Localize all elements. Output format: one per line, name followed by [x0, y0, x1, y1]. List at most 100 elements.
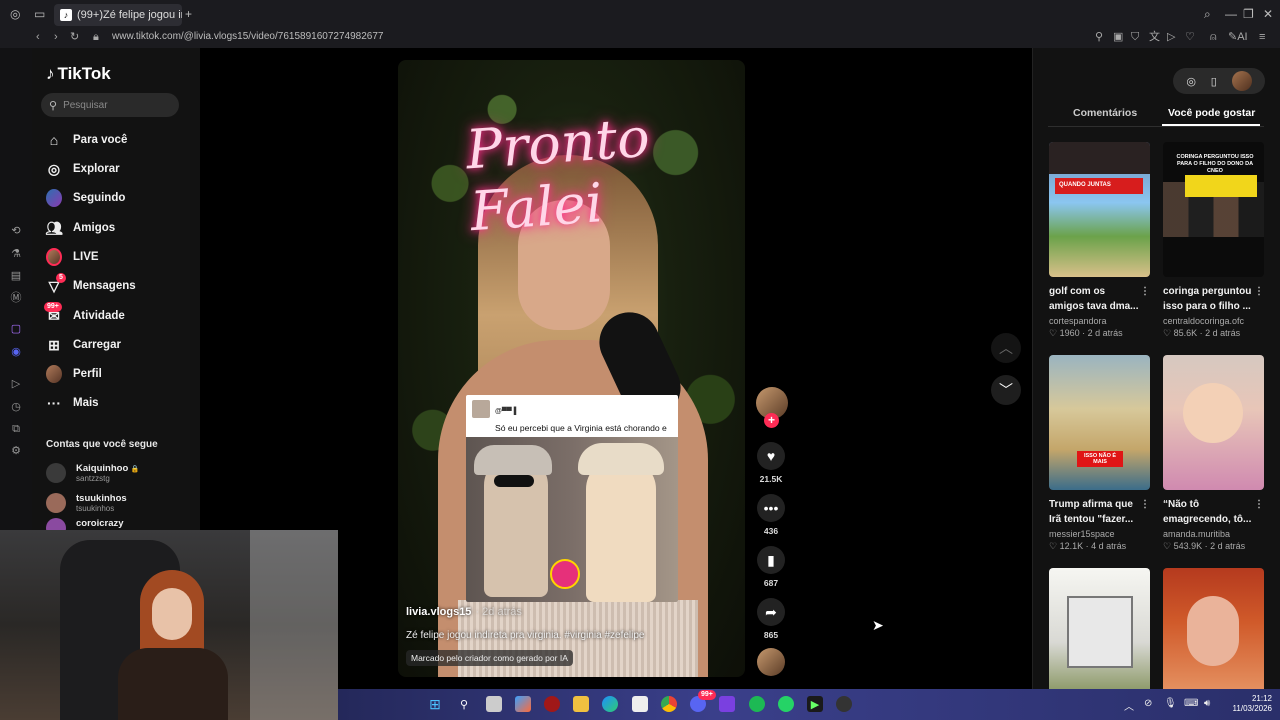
heart-icon[interactable]: ♥ [757, 442, 785, 470]
card-author[interactable]: amanda.muritiba [1163, 529, 1264, 539]
nav-item-seguindo[interactable]: Seguindo [46, 188, 125, 208]
video-thumbnail[interactable] [1163, 568, 1264, 689]
widgets-icon[interactable] [515, 696, 531, 712]
nav-item-mensagens[interactable]: ▽ 5 Mensagens [46, 273, 136, 296]
next-video-button[interactable]: ﹀ [991, 375, 1021, 405]
more-options-icon[interactable]: ⋮ [1140, 284, 1150, 299]
snapshot-icon[interactable]: ▣ [1113, 32, 1123, 43]
nav-item-explorar[interactable]: ◎ Explorar [46, 159, 120, 179]
user-avatar[interactable] [1231, 71, 1252, 91]
settings-gear-icon[interactable]: ⚙ [10, 445, 22, 457]
system-clock[interactable]: 21:12 11/03/2026 [1233, 694, 1272, 714]
comment-icon[interactable]: ••• [757, 494, 785, 522]
explore-compass-icon[interactable]: ◎ [1186, 75, 1196, 88]
tab-voce-pode-gostar[interactable]: Você pode gostar [1168, 107, 1255, 119]
video-author[interactable]: livia.vlogs15 · 2d atrás [406, 606, 522, 618]
obs-icon[interactable] [836, 696, 852, 712]
clock-icon[interactable]: ◷ [10, 401, 22, 413]
search-icon[interactable]: ⚲ [456, 696, 472, 712]
back-icon[interactable]: ‹ [36, 32, 40, 43]
spotify-icon[interactable] [749, 696, 765, 712]
comment-action[interactable]: ••• 436 [757, 494, 785, 536]
close-icon[interactable]: ✕ [1263, 8, 1273, 20]
discord-icon[interactable]: 99+ [690, 690, 716, 712]
share-icon[interactable]: ➦ [757, 598, 785, 626]
suggested-video-card[interactable]: “Não tô ⋮ emagrecendo, tô... amanda.muriti… [1163, 355, 1264, 552]
discord-icon[interactable]: ◉ [10, 346, 22, 358]
tray-app-icon[interactable]: ⊘ [1144, 698, 1152, 709]
pin-icon[interactable]: ⚲ [1095, 32, 1103, 43]
nav-item-mais[interactable]: ··· Mais [46, 393, 99, 413]
minimize-icon[interactable]: — [1225, 8, 1237, 20]
play-icon[interactable]: ▷ [1167, 32, 1175, 43]
twitch-icon[interactable]: ▢ [10, 323, 22, 335]
task-view-icon[interactable] [486, 696, 502, 712]
bookmark-icon[interactable]: ▮ [757, 546, 785, 574]
nav-item-para-voce[interactable]: ⌂ Para você [46, 130, 128, 150]
following-account[interactable]: tsuukinhos tsuukinhos [46, 491, 127, 515]
search-input[interactable]: ⚲ Pesquisar [41, 93, 179, 117]
mobile-device-icon[interactable]: ▯ [1211, 75, 1217, 88]
player-icon[interactable]: ▷ [10, 378, 22, 390]
shield-icon[interactable]: ⛉ [1131, 32, 1139, 43]
terminal-icon[interactable]: ▶ [807, 696, 823, 712]
app-red-icon[interactable] [544, 696, 560, 712]
card-author[interactable]: cortespandora [1049, 316, 1150, 326]
suggested-video-card[interactable] [1163, 568, 1264, 689]
following-account[interactable]: Kaiquinhoo 🔒 santzzstg [46, 461, 140, 485]
opera-logo-icon[interactable]: ◎ [10, 8, 20, 20]
maximize-icon[interactable]: ❐ [1243, 8, 1254, 20]
card-author[interactable]: centraldocoringa.ofc [1163, 316, 1264, 326]
notes-icon[interactable]: ▤ [10, 270, 22, 282]
tab-comentarios[interactable]: Comentários [1073, 107, 1137, 119]
video-thumbnail[interactable] [1049, 568, 1150, 689]
nav-item-live[interactable]: LIVE [46, 247, 99, 267]
music-disc-icon[interactable] [757, 648, 785, 676]
url-field[interactable]: www.tiktok.com/@livia.vlogs15/video/7615… [112, 31, 383, 42]
store-icon[interactable] [632, 696, 648, 712]
like-action[interactable]: ♥ 21.5K [757, 442, 785, 484]
more-options-icon[interactable]: ⋮ [1140, 497, 1150, 512]
video-thumbnail[interactable]: ISSO NÃO É MAIS [1049, 355, 1150, 490]
previous-video-button[interactable]: ︿ [991, 333, 1021, 363]
card-author[interactable]: messier15space [1049, 529, 1150, 539]
more-options-icon[interactable]: ⋮ [1254, 497, 1264, 512]
follow-plus-button[interactable]: + [764, 413, 779, 428]
menu-icon[interactable]: ≡ [1259, 32, 1265, 43]
whatsapp-icon[interactable] [778, 696, 794, 712]
save-action[interactable]: ▮ 687 [757, 546, 785, 588]
suggested-video-card[interactable] [1049, 568, 1150, 689]
video-player[interactable]: Pronto Falei @▀▀ ▌ Só eu percebi que a V… [398, 60, 745, 677]
nav-item-perfil[interactable]: Perfil [46, 364, 102, 384]
tab-list-icon[interactable]: ▭ [34, 8, 45, 20]
ai-icon[interactable]: ✎AI [1228, 32, 1248, 43]
more-options-icon[interactable]: ⋮ [1254, 284, 1264, 299]
network-icon[interactable]: ⌨ [1184, 698, 1198, 709]
twitch-icon[interactable] [719, 696, 735, 712]
windows-start-icon[interactable]: ⊞ [427, 696, 443, 712]
forward-icon[interactable]: › [54, 32, 58, 43]
search-tabs-icon[interactable]: ⌕ [1204, 8, 1211, 20]
suggested-video-card[interactable]: ISSO NÃO É MAIS Trump afirma que ⋮ Irã ten… [1049, 355, 1150, 552]
nav-item-amigos[interactable]: 👥︎ Amigos [45, 218, 115, 238]
video-thumbnail[interactable]: QUANDO JUNTAS [1049, 142, 1150, 277]
video-thumbnail[interactable]: CORINGA PERGUNTOU ISSO PARA O FILHO DO D… [1163, 142, 1264, 277]
edge-icon[interactable] [602, 696, 618, 712]
video-thumbnail[interactable] [1163, 355, 1264, 490]
following-account[interactable]: coroicrazy [46, 518, 124, 530]
extensions-icon[interactable]: ⧉ [10, 423, 22, 435]
suggested-video-card[interactable]: CORINGA PERGUNTOU ISSO PARA O FILHO DO D… [1163, 142, 1264, 339]
heart-bookmark-icon[interactable]: ♡ [1185, 32, 1195, 43]
tiktok-logo[interactable]: ♪ TikTok [46, 64, 111, 84]
nav-item-atividade[interactable]: ✉ 99+ Atividade [44, 302, 125, 326]
translate-icon[interactable]: 文 [1149, 32, 1160, 43]
nav-item-carregar[interactable]: ⊞ Carregar [46, 335, 121, 355]
chrome-icon[interactable] [661, 696, 677, 712]
share-action[interactable]: ➦ 865 [757, 598, 785, 640]
mail-icon[interactable]: Ⓜ [10, 292, 22, 304]
microphone-icon[interactable]: 🎙︎ [1164, 698, 1177, 709]
new-tab-icon[interactable]: + [185, 8, 192, 20]
volume-icon[interactable]: 🔊︎ [1204, 698, 1210, 709]
tab-tiktok[interactable]: ♪ (99+)Zé felipe jogou indire [54, 4, 182, 26]
file-explorer-icon[interactable] [573, 696, 589, 712]
